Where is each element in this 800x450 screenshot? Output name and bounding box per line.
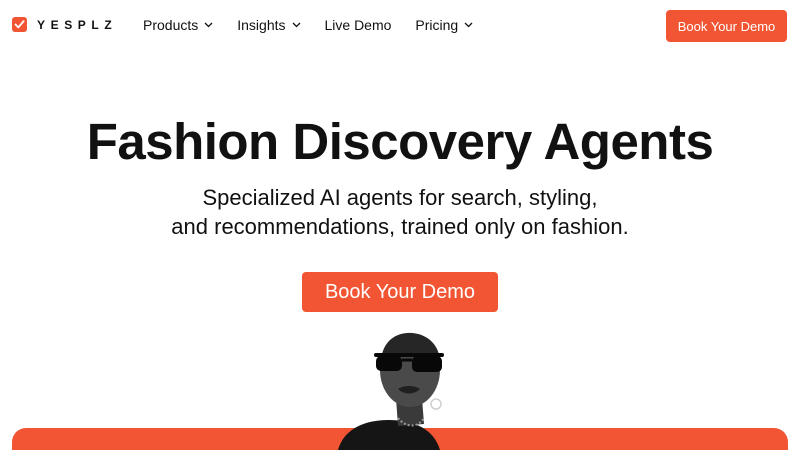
- hero-title: Fashion Discovery Agents: [86, 113, 714, 170]
- nav-item-pricing[interactable]: Pricing: [415, 17, 473, 33]
- nav-item-live-demo[interactable]: Live Demo: [325, 17, 392, 33]
- nav-item-products[interactable]: Products: [143, 17, 213, 33]
- hero-subtitle-line-1: Specialized AI agents for search, stylin…: [202, 185, 598, 210]
- hero-subtitle-line-2: and recommendations, trained only on fas…: [171, 214, 629, 239]
- nav-item-label: Insights: [237, 17, 286, 33]
- fashion-model-image: [338, 332, 444, 450]
- book-demo-hero-button[interactable]: Book Your Demo: [302, 272, 498, 312]
- chevron-down-icon: [204, 22, 213, 28]
- chevron-down-icon: [464, 22, 473, 28]
- logo-mark-icon: [12, 17, 27, 32]
- nav-item-label: Products: [143, 17, 199, 33]
- logo-text: YESPLZ: [37, 17, 118, 32]
- main-nav: Products Insights Live Demo Pricing: [143, 15, 473, 35]
- book-demo-header-button[interactable]: Book Your Demo: [666, 10, 787, 42]
- nav-item-label: Live Demo: [324, 17, 392, 33]
- chevron-down-icon: [292, 22, 301, 28]
- site-header: YESPLZ Products Insights Live Demo Prici…: [0, 0, 800, 52]
- nav-item-label: Pricing: [415, 17, 459, 33]
- logo[interactable]: YESPLZ: [12, 17, 117, 32]
- nav-item-insights[interactable]: Insights: [237, 17, 300, 33]
